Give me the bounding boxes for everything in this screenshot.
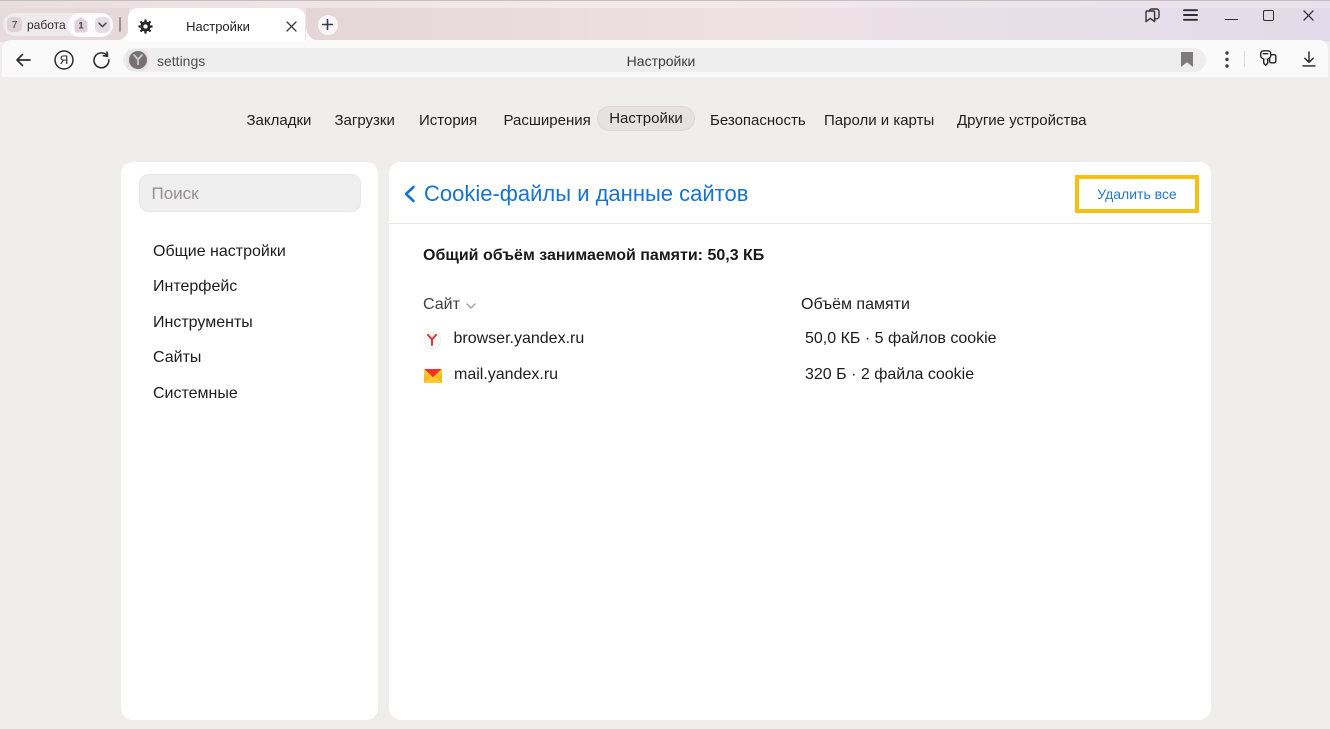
svg-text:Я: Я	[59, 52, 68, 66]
svg-text:1: 1	[78, 20, 84, 31]
